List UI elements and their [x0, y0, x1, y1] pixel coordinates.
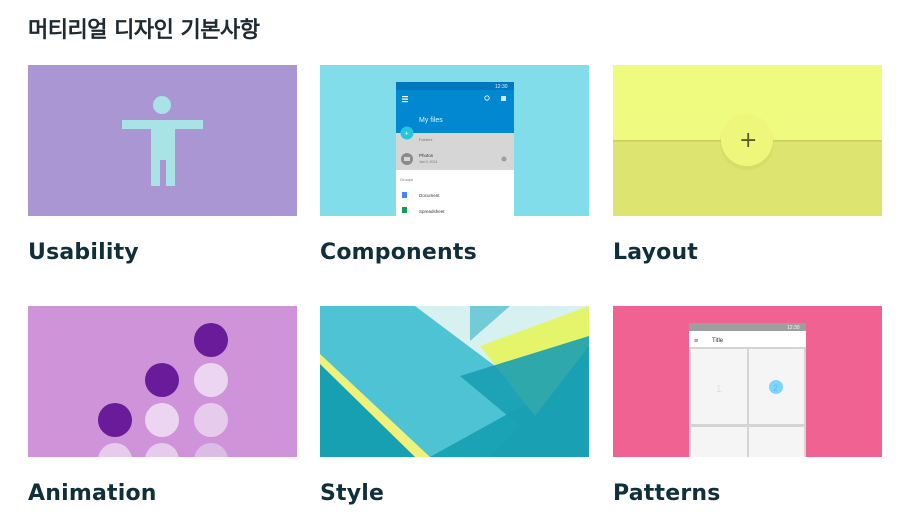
- mock-title: Title: [712, 338, 724, 344]
- animation-dots-illustration: [28, 306, 297, 457]
- app-title: My files: [419, 117, 443, 124]
- animation-thumbnail[interactable]: [28, 306, 297, 457]
- card-animation[interactable]: Animation: [28, 306, 297, 506]
- folder-name: Photos: [419, 153, 434, 158]
- tile-1-number: 1: [716, 384, 722, 395]
- tile-2-number: 2: [773, 383, 778, 393]
- layout-fab-illustration: +: [613, 65, 882, 216]
- card-label-usability[interactable]: Usability: [28, 240, 139, 265]
- card-label-style[interactable]: Style: [320, 481, 384, 506]
- card-label-layout[interactable]: Layout: [613, 240, 698, 265]
- card-usability[interactable]: Usability: [28, 65, 297, 265]
- card-layout[interactable]: + Layout: [613, 65, 882, 265]
- card-patterns[interactable]: 12:30 ≡ Title 1 2 Patterns: [613, 306, 882, 506]
- doc-1-label: Document: [419, 193, 440, 198]
- style-thumbnail[interactable]: [320, 306, 589, 457]
- card-style[interactable]: Style: [320, 306, 589, 506]
- svg-text:+: +: [405, 131, 409, 138]
- usability-thumbnail[interactable]: [28, 65, 297, 216]
- status-time: 12:30: [495, 84, 508, 90]
- card-label-animation[interactable]: Animation: [28, 481, 157, 506]
- menu-icon: ≡: [694, 338, 698, 345]
- card-components[interactable]: 12:30 My files + Folders Photos Jan 9, 2…: [320, 65, 589, 265]
- fab-plus-icon: +: [739, 128, 757, 153]
- folder-date: Jan 9, 2014: [419, 160, 437, 164]
- patterns-thumbnail[interactable]: 12:30 ≡ Title 1 2: [613, 306, 882, 457]
- patterns-grid-illustration: 12:30 ≡ Title 1 2: [613, 306, 882, 457]
- card-label-patterns[interactable]: Patterns: [613, 481, 721, 506]
- card-label-components[interactable]: Components: [320, 240, 477, 265]
- material-paper-illustration: [320, 306, 589, 457]
- docs-section-label: Groups: [400, 177, 413, 182]
- layout-thumbnail[interactable]: +: [613, 65, 882, 216]
- folders-section-label: Folders: [419, 137, 432, 142]
- accessibility-illustration: [28, 65, 297, 216]
- phone-mockup-illustration: 12:30 My files + Folders Photos Jan 9, 2…: [320, 65, 589, 216]
- doc-2-label: Spreadsheet: [419, 209, 445, 214]
- section-title: 머티리얼 디자인 기본사항: [28, 18, 260, 43]
- status-time: 12:30: [787, 325, 800, 331]
- components-thumbnail[interactable]: 12:30 My files + Folders Photos Jan 9, 2…: [320, 65, 589, 216]
